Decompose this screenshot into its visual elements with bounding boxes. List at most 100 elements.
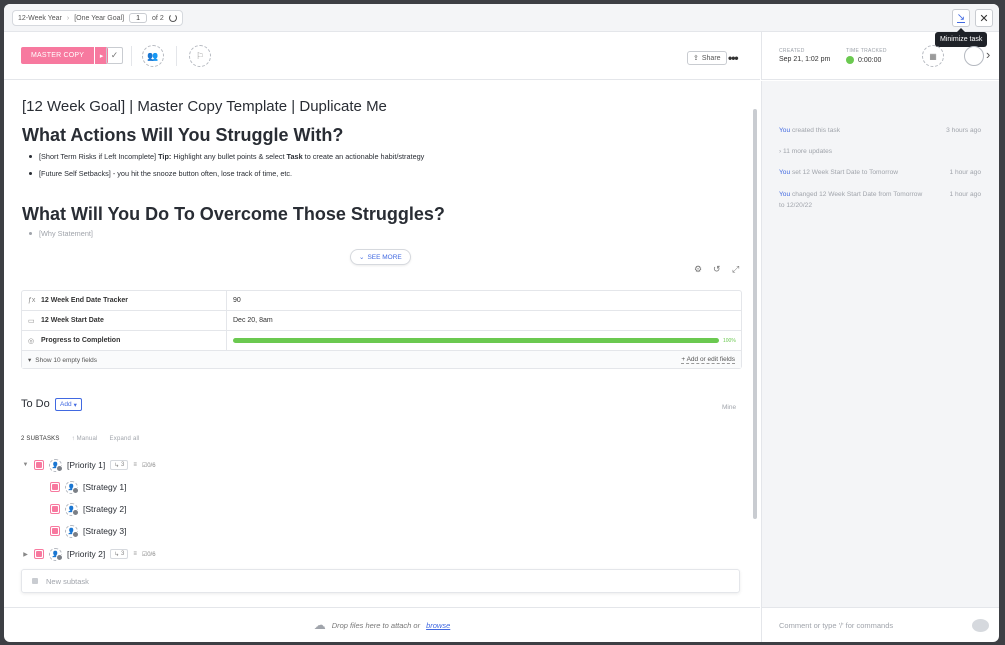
time-tracker[interactable]: 0:00:00 bbox=[846, 56, 881, 64]
todo-title: To Do bbox=[21, 398, 50, 410]
more-options-icon[interactable]: ••• bbox=[728, 51, 739, 65]
assignee-icon[interactable]: 👤 bbox=[65, 502, 79, 516]
breadcrumb: 12-Week Year › [One Year Goal] 1 of 2 bbox=[12, 10, 183, 26]
field-name: Progress to Completion bbox=[41, 337, 121, 344]
checklist-badge[interactable]: ☑0/6 bbox=[142, 551, 156, 558]
chevron-right-icon[interactable]: ▶ bbox=[22, 551, 29, 558]
expand-icon[interactable]: ⤢ bbox=[732, 264, 739, 275]
minimize-task-button[interactable]: ↘ bbox=[952, 9, 970, 27]
assignee-add-icon[interactable]: 👥 bbox=[142, 45, 164, 67]
mine-filter[interactable]: Mine bbox=[722, 404, 736, 411]
show-empty-fields-toggle[interactable]: ▾ Show 10 empty fields bbox=[28, 356, 97, 364]
chevron-down-icon[interactable]: ▼ bbox=[22, 462, 29, 468]
comment-input[interactable]: Comment or type '/' for commands bbox=[761, 607, 999, 642]
sort-manual-button[interactable]: ↑ Manual bbox=[72, 436, 98, 442]
checklist-badge[interactable]: ☑0/6 bbox=[142, 462, 156, 469]
task-content: [12 Week Goal] | Master Copy Template | … bbox=[4, 81, 760, 607]
subtask-row[interactable]: 👤 [Strategy 1] bbox=[50, 480, 126, 494]
task-title[interactable]: [12 Week Goal] | Master Copy Template | … bbox=[22, 98, 387, 115]
complete-checkbox[interactable]: ✓ bbox=[106, 47, 123, 64]
chevron-right-icon: › bbox=[779, 148, 782, 155]
calendar-icon: ▭ bbox=[28, 317, 35, 325]
subtask-name[interactable]: [Priority 1] bbox=[67, 460, 105, 470]
activity-user[interactable]: You bbox=[779, 127, 790, 134]
refresh-icon[interactable] bbox=[168, 14, 177, 22]
status-square bbox=[32, 578, 38, 584]
status-square[interactable] bbox=[50, 504, 60, 514]
subtask-name[interactable]: [Strategy 2] bbox=[83, 504, 126, 514]
progress-percent: 100% bbox=[723, 337, 736, 344]
comment-bubble-icon[interactable] bbox=[972, 619, 989, 632]
share-label: Share bbox=[701, 54, 721, 62]
status-square[interactable] bbox=[34, 549, 44, 559]
breadcrumb-list[interactable]: [One Year Goal] bbox=[74, 15, 124, 22]
subtask-name[interactable]: [Strategy 3] bbox=[83, 526, 126, 536]
time-tracked-label: TIME TRACKED bbox=[846, 48, 887, 54]
subtask-row[interactable]: 👤 [Strategy 3] bbox=[50, 524, 126, 538]
subtask-row[interactable]: ▶ 👤 [Priority 2] ↳ 3 ≡ ☑0/6 bbox=[22, 547, 156, 561]
task-meta-header: CREATED Sep 21, 1:02 pm TIME TRACKED 0:0… bbox=[761, 32, 999, 80]
created-label: CREATED bbox=[779, 48, 805, 54]
status-square[interactable] bbox=[50, 526, 60, 536]
description-icon: ≡ bbox=[133, 551, 137, 557]
add-edit-fields-link[interactable]: + Add or edit fields bbox=[681, 356, 735, 364]
browse-link[interactable]: browse bbox=[426, 621, 450, 630]
subtask-count-badge[interactable]: ↳ 3 bbox=[110, 549, 129, 559]
bullet-list: [Why Statement] bbox=[29, 229, 93, 246]
progress-icon: ◎ bbox=[28, 337, 35, 345]
minimize-icon: ↘ bbox=[956, 11, 966, 23]
created-value: Sep 21, 1:02 pm bbox=[779, 56, 831, 63]
more-updates-toggle[interactable]: › 11 more updates bbox=[779, 146, 989, 157]
chevron-down-icon: ⌄ bbox=[359, 254, 365, 261]
status-button[interactable]: MASTER COPY ▸ bbox=[21, 47, 109, 64]
assignee-icon[interactable]: 👤 bbox=[65, 480, 79, 494]
subtask-name[interactable]: [Priority 2] bbox=[67, 549, 105, 559]
arrow-up-icon: ↑ bbox=[71, 436, 75, 442]
priority-flag-icon[interactable]: ⚐ bbox=[189, 45, 211, 67]
attachment-dropzone[interactable]: ☁ Drop files here to attach or browse bbox=[4, 607, 760, 642]
field-value[interactable]: 90 bbox=[227, 291, 741, 310]
divider bbox=[131, 46, 132, 66]
field-value[interactable]: Dec 20, 8am bbox=[227, 311, 741, 330]
breadcrumb-workspace[interactable]: 12-Week Year bbox=[18, 15, 62, 22]
subtask-row[interactable]: 👤 [Strategy 2] bbox=[50, 502, 126, 516]
see-more-button[interactable]: ⌄ SEE MORE bbox=[350, 249, 411, 265]
assignee-icon[interactable]: 👤 bbox=[49, 458, 63, 472]
list-item: [Short Term Risks if Left Incomplete] Ti… bbox=[29, 152, 424, 161]
assignee-icon[interactable]: 👤 bbox=[49, 547, 63, 561]
play-icon[interactable] bbox=[846, 56, 854, 64]
page-number-input[interactable]: 1 bbox=[129, 13, 148, 23]
chevron-right-icon[interactable]: › bbox=[986, 47, 990, 62]
list-item: [Future Self Setbacks] - you hit the sno… bbox=[29, 169, 424, 178]
list-item: [Why Statement] bbox=[29, 229, 93, 238]
field-row: ƒx 12 Week End Date Tracker 90 bbox=[22, 291, 741, 311]
new-subtask-placeholder: New subtask bbox=[46, 576, 89, 586]
formula-icon: ƒx bbox=[28, 297, 36, 304]
calendar-icon[interactable]: ▦ bbox=[922, 45, 944, 67]
share-icon: ⇪ bbox=[693, 55, 699, 62]
watcher-icon[interactable] bbox=[964, 46, 984, 66]
expand-all-button[interactable]: Expand all bbox=[110, 436, 140, 442]
status-square[interactable] bbox=[34, 460, 44, 470]
page-total: of 2 bbox=[152, 14, 164, 22]
share-button[interactable]: ⇪ Share bbox=[687, 51, 727, 65]
scrollbar[interactable] bbox=[753, 109, 757, 519]
task-window: 12-Week Year › [One Year Goal] 1 of 2 ↘ … bbox=[4, 4, 999, 642]
activity-user[interactable]: You bbox=[779, 169, 790, 176]
check-icon: ✓ bbox=[110, 50, 119, 60]
new-subtask-input[interactable]: New subtask bbox=[21, 569, 740, 593]
attach-text: Drop files here to attach or bbox=[331, 620, 421, 630]
close-button[interactable]: ✕ bbox=[975, 9, 993, 27]
history-icon[interactable]: ↺ bbox=[713, 264, 721, 275]
see-more-label: SEE MORE bbox=[367, 253, 402, 261]
subtask-row[interactable]: ▼ 👤 [Priority 1] ↳ 3 ≡ ☑0/6 bbox=[22, 458, 156, 472]
status-square[interactable] bbox=[50, 482, 60, 492]
assignee-icon[interactable]: 👤 bbox=[65, 524, 79, 538]
close-icon: ✕ bbox=[979, 12, 989, 25]
subtask-name[interactable]: [Strategy 1] bbox=[83, 482, 126, 492]
subtask-count-badge[interactable]: ↳ 3 bbox=[110, 460, 129, 470]
settings-icon[interactable]: ⚙ bbox=[694, 264, 702, 275]
activity-time: 1 hour ago bbox=[949, 169, 981, 176]
add-button[interactable]: Add ▾ bbox=[55, 398, 82, 411]
activity-user[interactable]: You bbox=[779, 191, 790, 198]
